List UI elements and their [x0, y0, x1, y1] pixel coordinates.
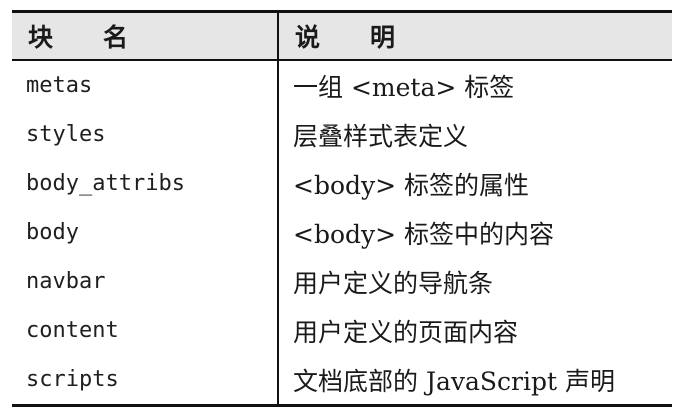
block-description-cell: 文档底部的 JavaScript 声明 [277, 355, 672, 407]
table-row: navbar 用户定义的导航条 [12, 257, 672, 306]
block-name-cell: scripts [12, 355, 278, 407]
template-blocks-table: 块 名 说 明 metas 一组 <meta> 标签 styles 层叠样式表定… [12, 10, 672, 407]
table-row: content 用户定义的页面内容 [12, 306, 672, 355]
block-description-cell: <body> 标签中的内容 [277, 208, 672, 257]
header-description-label: 说 明 [295, 23, 396, 52]
block-name-cell: navbar [26, 269, 106, 294]
table-row: body_attribs <body> 标签的属性 [12, 159, 672, 208]
block-name-cell: styles [26, 122, 106, 147]
block-name-cell: body_attribs [26, 171, 185, 196]
header-block-name: 块 名 [12, 10, 278, 61]
block-description-cell: 用户定义的页面内容 [277, 306, 672, 355]
table-header: 块 名 说 明 [12, 10, 672, 61]
table-row: styles 层叠样式表定义 [12, 110, 672, 159]
block-name-cell: metas [26, 73, 93, 98]
block-description-cell: 一组 <meta> 标签 [277, 60, 672, 110]
table-row: body <body> 标签中的内容 [12, 208, 672, 257]
header-block-name-label: 块 名 [28, 23, 129, 52]
block-description-cell: <body> 标签的属性 [277, 159, 672, 208]
header-row: 块 名 说 明 [12, 10, 672, 61]
block-name-cell: body [26, 220, 79, 245]
block-name-cell: content [26, 318, 119, 343]
block-description-cell: 层叠样式表定义 [277, 110, 672, 159]
table-row: scripts 文档底部的 JavaScript 声明 [12, 355, 672, 407]
table-row: metas 一组 <meta> 标签 [12, 60, 672, 110]
block-description-cell: 用户定义的导航条 [277, 257, 672, 306]
table-body: metas 一组 <meta> 标签 styles 层叠样式表定义 body_a… [12, 60, 672, 407]
header-description: 说 明 [277, 10, 672, 61]
